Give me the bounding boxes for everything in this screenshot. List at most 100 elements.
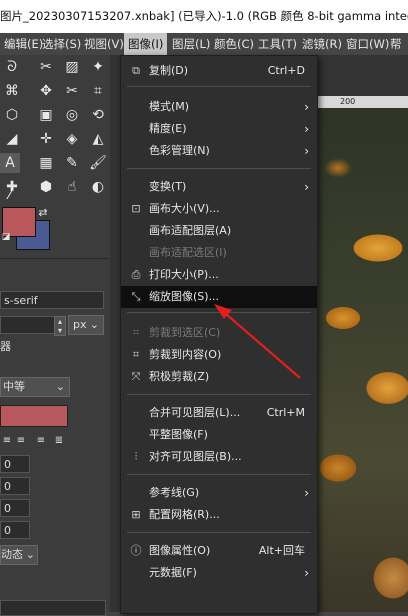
size-unit-label: px [73,318,87,331]
baseline-field[interactable]: 0 [0,521,30,539]
line-spacing-field[interactable]: 0 [0,477,30,495]
toolbox-panel: ᘐ ✂ ▨ ✦ ⌘ ✥ ✂ ⌗ ⬡ ▣ ◎ ⟲ ◢ ✛ ◈ ◭ A ▦ ✎ 🖌 … [0,55,110,616]
eyedropper-icon[interactable]: ⁄ [0,185,20,205]
chevron-right-icon: › [304,144,309,158]
menu-item-scale-image[interactable]: ⤡ 缩放图像(S)... [121,286,317,308]
menu-item-label: 画布适配图层(A) [149,224,232,237]
menu-layer[interactable]: 图层(L) [168,33,214,55]
chevron-down-icon: ⌄ [89,318,99,331]
horizontal-ruler: 200 [318,96,408,108]
duplicate-icon: ⧉ [132,64,140,77]
menu-item-color-management[interactable]: 色彩管理(N) › [121,140,317,162]
menu-item-canvas-size[interactable]: ⊡ 画布大小(V)... [121,198,317,220]
menu-item-merge-visible[interactable]: 合并可见图层(L)... Ctrl+M [121,402,317,424]
chevron-down-icon: ⌄ [55,380,65,393]
scissors-select-icon[interactable]: ✂ [36,57,56,77]
menu-item-fit-canvas-layers[interactable]: 画布适配图层(A) [121,220,317,242]
zealous-crop-icon: ⤧ [131,370,141,383]
menu-item-guides[interactable]: 参考线(G) › [121,482,317,504]
crop-tool-icon[interactable]: ⌗ [88,81,108,101]
menu-item-transform[interactable]: 变换(T) › [121,176,317,198]
menu-item-label: 合并可见图层(L)... [149,406,241,419]
menu-item-crop-to-content[interactable]: ⌗ 剪裁到内容(O) [121,344,317,366]
menu-item-shortcut: Ctrl+D [267,64,305,77]
menu-item-label: 积极剪裁(Z) [149,370,210,383]
clone-icon[interactable]: ⬢ [36,177,56,197]
fuzzy-select-icon[interactable]: ✦ [88,57,108,77]
warp-icon[interactable]: ◎ [62,105,82,125]
scissors-icon[interactable]: ✂ [62,81,82,101]
menu-separator [127,532,311,533]
options-field[interactable] [0,600,106,616]
menu-view[interactable]: 视图(V) [80,33,128,55]
paths-icon[interactable]: ⬡ [2,105,22,125]
smudge-icon[interactable]: ☝ [62,177,82,197]
paintbrush-icon[interactable]: 🖌 [88,153,108,173]
menu-item-precision[interactable]: 精度(E) › [121,118,317,140]
menu-item-label: 参考线(G) [149,486,200,499]
crop-icon: ⌗ [132,348,140,361]
dodge-icon[interactable]: ◐ [88,177,108,197]
align-fill-icon[interactable]: ≣ [52,433,66,447]
foreground-select-icon[interactable]: ▨ [62,57,82,77]
menu-item-label: 精度(E) [149,122,187,135]
menu-item-fit-canvas-selection: 画布适配选区(I) [121,242,317,264]
dynamics-select[interactable]: 动态 ⌄ [0,545,38,565]
menu-item-zealous-crop[interactable]: ⤧ 积极剪裁(Z) [121,366,317,388]
chevron-right-icon: › [304,122,309,136]
ruler-tick-label: 200 [340,97,356,106]
default-colors-icon[interactable]: ◪ [0,231,12,243]
size-spinner[interactable]: ▴ ▾ [54,316,66,336]
menu-item-label: 变换(T) [149,180,187,193]
menu-item-print-size[interactable]: ⎙ 打印大小(P)... [121,264,317,286]
menu-image[interactable]: 图像(I) [124,33,168,55]
print-icon: ⎙ [131,268,141,281]
menu-help[interactable]: 帮 [386,33,406,55]
size-unit-select[interactable]: px ⌄ [68,315,104,335]
pencil-icon[interactable]: ✎ [62,153,82,173]
menu-separator [127,474,311,475]
window-title-bar: 图片_20230307153207.xnbak] (已导入)-1.0 (RGB … [0,0,408,33]
transform-icon[interactable]: ◈ [62,129,82,149]
canvas-image[interactable] [318,108,408,612]
align-tool-icon[interactable]: ▣ [36,105,56,125]
image-menu-dropdown: ⧉ 复制(D) Ctrl+D 模式(M) › 精度(E) › 色彩管理(N) ›… [120,55,318,614]
align-right-icon[interactable]: ≡ [14,433,28,447]
move-icon[interactable]: ✥ [36,81,56,101]
menu-item-align-visible[interactable]: ⫶ 对齐可见图层(B)... [121,446,317,468]
gradient-icon[interactable]: ▦ [36,153,56,173]
letter-spacing-field[interactable]: 0 [0,499,30,517]
text-color-button[interactable] [0,405,68,427]
menu-item-label: 画布大小(V)... [149,202,220,215]
text-tool-icon[interactable]: A [0,153,20,173]
swap-colors-icon[interactable]: ⇄ [36,205,50,219]
justify-select[interactable]: 中等 ⌄ [0,377,70,397]
menu-item-label: 色彩管理(N) [149,144,210,157]
cage-icon[interactable]: ✛ [36,129,56,149]
lasso-icon[interactable]: ᘐ [2,57,22,77]
menu-filters[interactable]: 滤镜(R) [298,33,346,55]
align-left-icon[interactable]: ≡ [0,433,14,447]
menu-tools[interactable]: 工具(T) [254,33,301,55]
justify-label: 中等 [3,380,25,393]
menu-item-image-properties[interactable]: ⓘ 图像属性(O) Alt+回车 [121,540,317,562]
menu-item-mode[interactable]: 模式(M) › [121,96,317,118]
menu-item-flatten[interactable]: 平整图像(F) [121,424,317,446]
rotate-icon[interactable]: ⟲ [88,105,108,125]
menu-item-configure-grid[interactable]: ⊞ 配置网格(R)... [121,504,317,526]
menu-separator [127,312,311,313]
window-title: 图片_20230307153207.xnbak] (已导入)-1.0 (RGB … [0,9,408,23]
font-name-field[interactable]: s-serif [0,291,104,309]
menu-item-label: 打印大小(P)... [149,268,219,281]
flip-icon[interactable]: ◭ [88,129,108,149]
scale-tool-icon[interactable]: ◢ [2,129,22,149]
menu-select[interactable]: 选择(S) [38,33,85,55]
indent-field[interactable]: 0 [0,455,30,473]
menu-item-metadata[interactable]: 元数据(F) › [121,562,317,584]
menu-colors[interactable]: 颜色(C) [210,33,258,55]
chevron-right-icon: › [304,100,309,114]
color-select-icon[interactable]: ⌘ [2,81,22,101]
align-center-icon[interactable]: ≡ [34,433,48,447]
chevron-right-icon: › [304,566,309,580]
menu-item-duplicate[interactable]: ⧉ 复制(D) Ctrl+D [121,60,317,82]
